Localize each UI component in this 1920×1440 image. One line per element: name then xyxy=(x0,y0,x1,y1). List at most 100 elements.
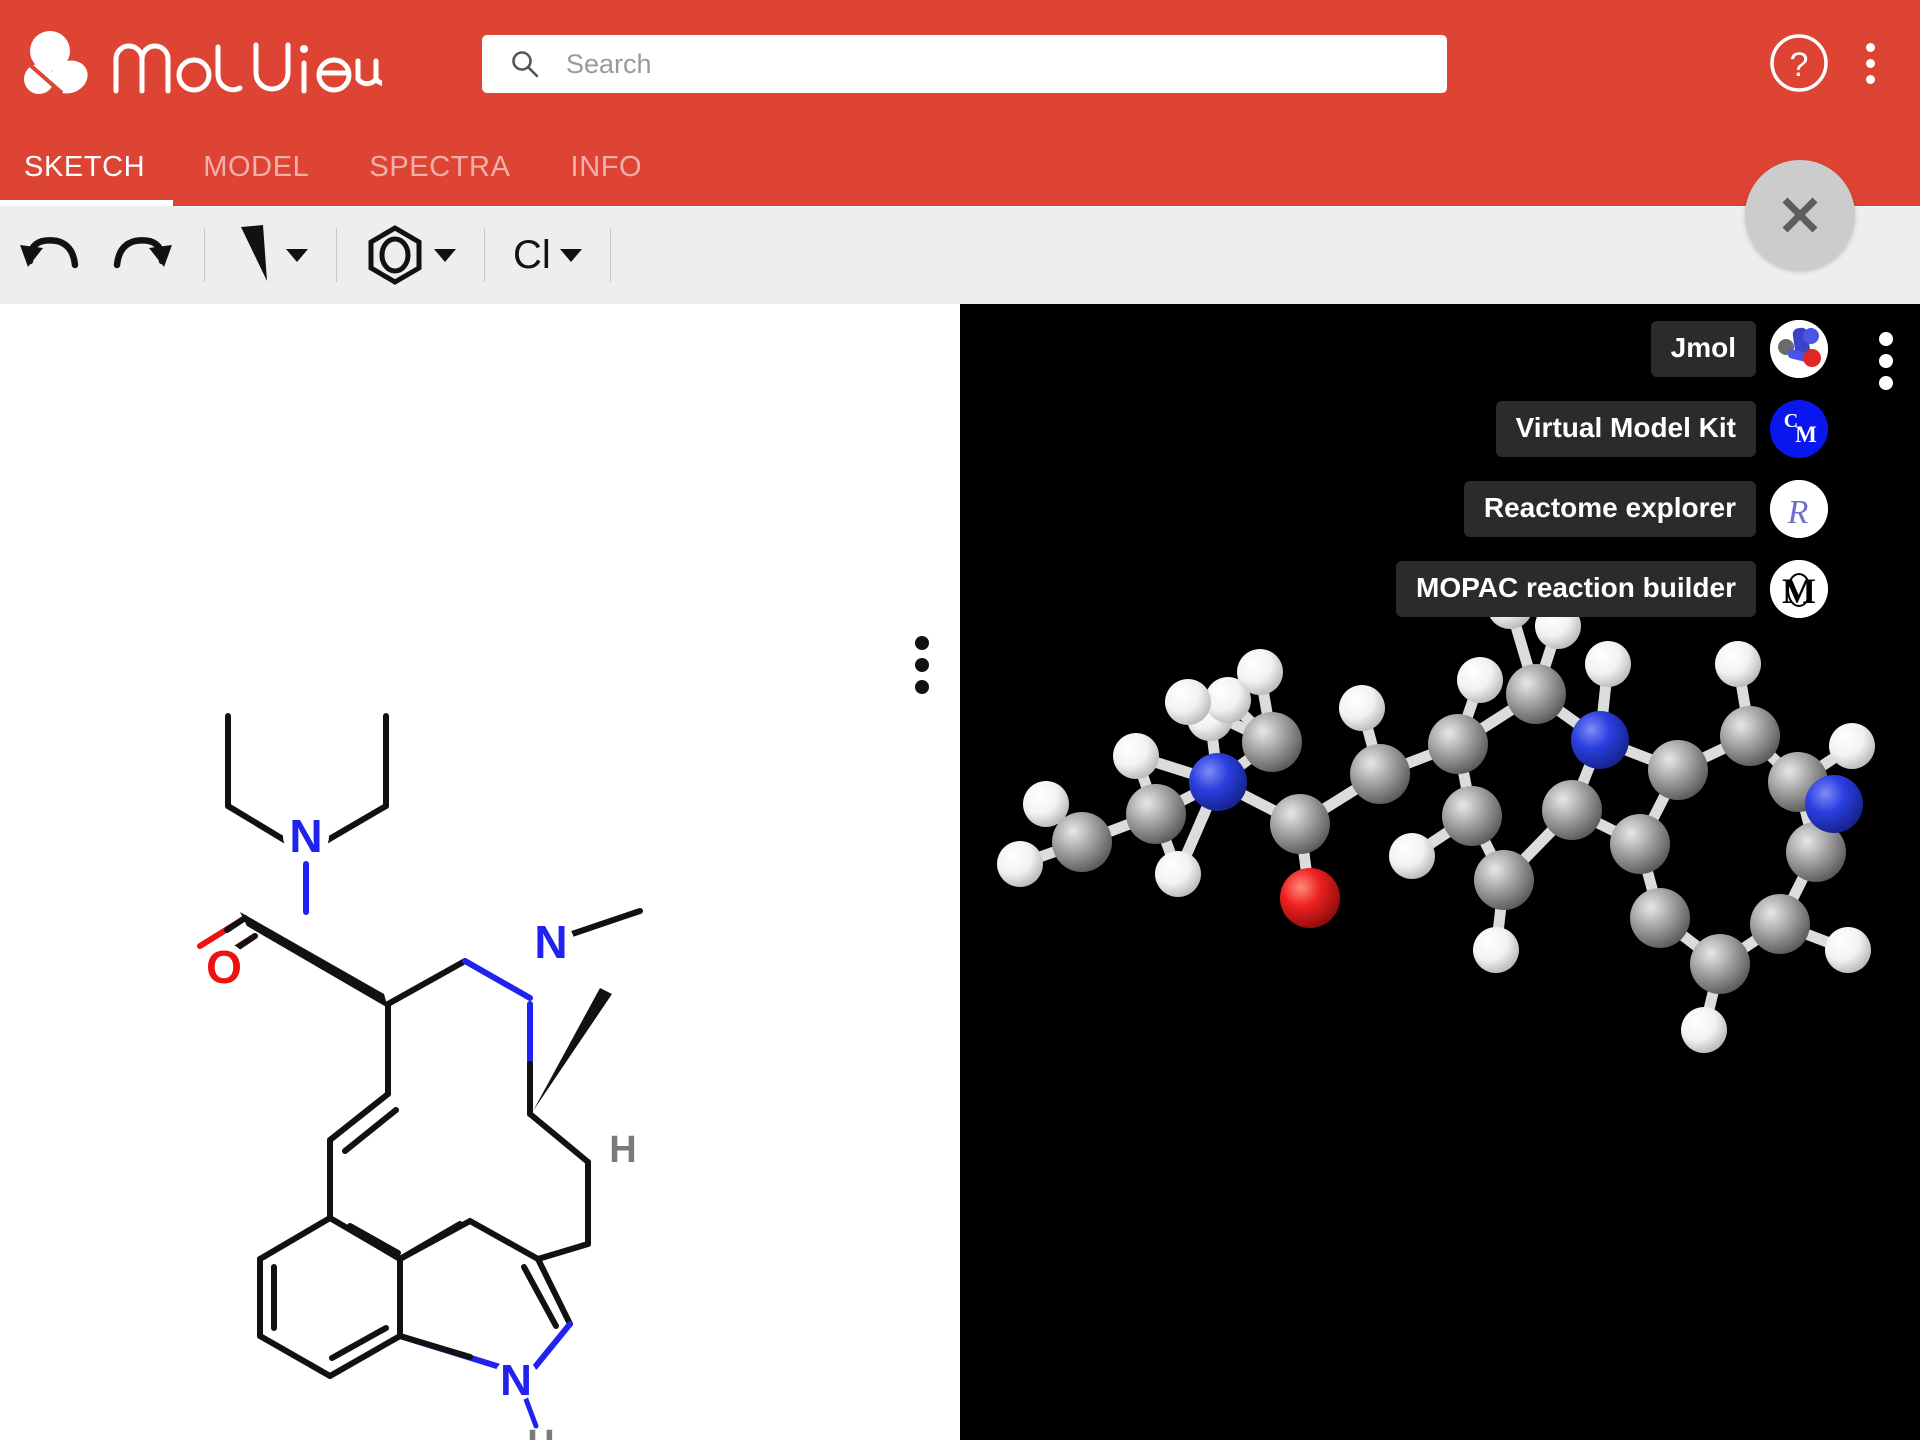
atom-carbon xyxy=(1630,888,1690,948)
tab-model[interactable]: MODEL xyxy=(173,128,339,206)
atom-hydrogen xyxy=(1825,927,1871,973)
sketcher-panel[interactable]: N O N H N H xyxy=(0,304,960,1440)
atom-carbon xyxy=(1648,740,1708,800)
atom-carbon xyxy=(1720,706,1780,766)
model-3d-panel[interactable]: Jmol Virtual Model Kit C M Reactome expl… xyxy=(960,304,1920,1440)
atom-carbon xyxy=(1750,894,1810,954)
atom-carbon xyxy=(1126,784,1186,844)
molview-app: ? SKETCH MODEL SPECTRA INFO xyxy=(0,0,1920,1440)
tab-info[interactable]: INFO xyxy=(541,128,673,206)
undo-arrow-icon xyxy=(20,237,79,269)
engine-label: Jmol xyxy=(1650,321,1756,377)
search-box[interactable] xyxy=(482,35,1447,93)
svg-text:R: R xyxy=(1787,494,1809,531)
menu-dot xyxy=(1865,42,1875,52)
tab-label: SPECTRA xyxy=(369,150,511,183)
atom-hydrogen xyxy=(1389,833,1435,879)
atom-carbon xyxy=(1542,780,1602,840)
tab-label: SKETCH xyxy=(24,150,146,183)
chevron-down-icon[interactable] xyxy=(434,248,456,262)
search-icon xyxy=(512,51,539,78)
atom-hydrogen xyxy=(1585,641,1631,687)
toolbar-separator xyxy=(484,228,485,282)
atom-hydrogen xyxy=(1339,685,1385,731)
atom-carbon xyxy=(1690,934,1750,994)
app-header: ? xyxy=(0,0,1920,128)
undo-button[interactable] xyxy=(0,206,96,304)
tab-bar: SKETCH MODEL SPECTRA INFO xyxy=(0,128,1920,206)
viewer-overflow-menu[interactable] xyxy=(1872,330,1900,392)
ring-tool-button[interactable] xyxy=(349,206,472,304)
close-button[interactable] xyxy=(1745,160,1855,270)
element-symbol-label: Cl xyxy=(513,233,551,277)
engine-item-virtual-model-kit[interactable]: Virtual Model Kit C M xyxy=(1495,400,1828,458)
atom-carbon xyxy=(1350,744,1410,804)
menu-dot xyxy=(1865,74,1875,84)
menu-dot xyxy=(1879,332,1893,346)
app-logo[interactable] xyxy=(22,14,402,114)
atom-label-nitrogen: N xyxy=(534,916,567,968)
element-tool-button[interactable]: Cl xyxy=(497,206,598,304)
atom-carbon xyxy=(1052,812,1112,872)
chemtube-cm-icon[interactable]: C M xyxy=(1770,400,1828,458)
svg-text:?: ? xyxy=(1790,46,1809,84)
toolbar-separator xyxy=(204,228,205,282)
menu-dot xyxy=(915,658,929,672)
menu-dot xyxy=(915,636,929,650)
menu-dot xyxy=(1879,354,1893,368)
atom-carbon xyxy=(1506,664,1566,724)
sketcher-overflow-menu[interactable] xyxy=(908,634,936,696)
wedge-bond-icon xyxy=(241,225,267,281)
atom-nitrogen xyxy=(1805,775,1863,833)
atom-oxygen xyxy=(1280,868,1340,928)
redo-button[interactable] xyxy=(96,206,192,304)
atom-carbon xyxy=(1270,794,1330,854)
close-icon xyxy=(1782,197,1818,233)
menu-dot xyxy=(1879,376,1893,390)
search-input[interactable] xyxy=(566,44,1386,84)
atom-carbon xyxy=(1474,850,1534,910)
header-overflow-menu[interactable] xyxy=(1856,32,1884,94)
atom-hydrogen xyxy=(1829,723,1875,769)
engine-item-reactome-explorer[interactable]: Reactome explorer R xyxy=(1463,480,1828,538)
reactome-r-icon[interactable]: R xyxy=(1770,480,1828,538)
atom-hydrogen xyxy=(1113,733,1159,779)
molview-wordmark xyxy=(113,42,382,94)
atom-hydrogen xyxy=(1237,649,1283,695)
engine-item-mopac-reaction-builder[interactable]: MOPAC reaction builder M xyxy=(1396,560,1828,618)
engine-label: MOPAC reaction builder xyxy=(1396,561,1756,617)
tab-sketch[interactable]: SKETCH xyxy=(0,128,174,206)
atom-label-hydrogen: H xyxy=(527,1423,554,1440)
atom-hydrogen xyxy=(1155,851,1201,897)
chevron-down-icon[interactable] xyxy=(286,248,308,262)
engine-item-jmol[interactable]: Jmol xyxy=(1650,320,1828,378)
menu-dot xyxy=(1865,58,1875,68)
atom-hydrogen xyxy=(1457,657,1503,703)
atom-label-nitrogen: N xyxy=(289,810,322,862)
toolbar-separator xyxy=(336,228,337,282)
atom-hydrogen xyxy=(1165,679,1211,725)
jmol-molecule-icon[interactable] xyxy=(1770,320,1828,378)
molview-logo-icon xyxy=(24,31,88,95)
tab-label: INFO xyxy=(570,150,643,183)
sketcher-toolbar: Cl xyxy=(0,206,1920,304)
atom-hydrogen xyxy=(997,841,1043,887)
bond-tool-button[interactable] xyxy=(217,206,324,304)
chevron-down-icon[interactable] xyxy=(559,248,582,262)
atom-carbon xyxy=(1442,786,1502,846)
atom-carbon xyxy=(1242,712,1302,772)
svg-text:M: M xyxy=(1795,422,1817,447)
mopac-m-icon[interactable]: M xyxy=(1770,560,1828,618)
help-circle-icon[interactable]: ? xyxy=(1768,32,1830,94)
tab-label: MODEL xyxy=(203,150,310,183)
molecule-2d-structure: N O N H N H xyxy=(197,713,643,1440)
atom-carbon xyxy=(1428,714,1488,774)
tab-spectra[interactable]: SPECTRA xyxy=(339,128,540,206)
atom-hydrogen xyxy=(1681,1007,1727,1053)
atom-hydrogen xyxy=(1715,641,1761,687)
atom-nitrogen xyxy=(1189,753,1247,811)
benzene-ring-icon xyxy=(368,225,422,285)
atom-label-hydrogen: H xyxy=(609,1129,636,1171)
engine-label: Virtual Model Kit xyxy=(1495,401,1756,457)
atom-nitrogen xyxy=(1571,711,1629,769)
